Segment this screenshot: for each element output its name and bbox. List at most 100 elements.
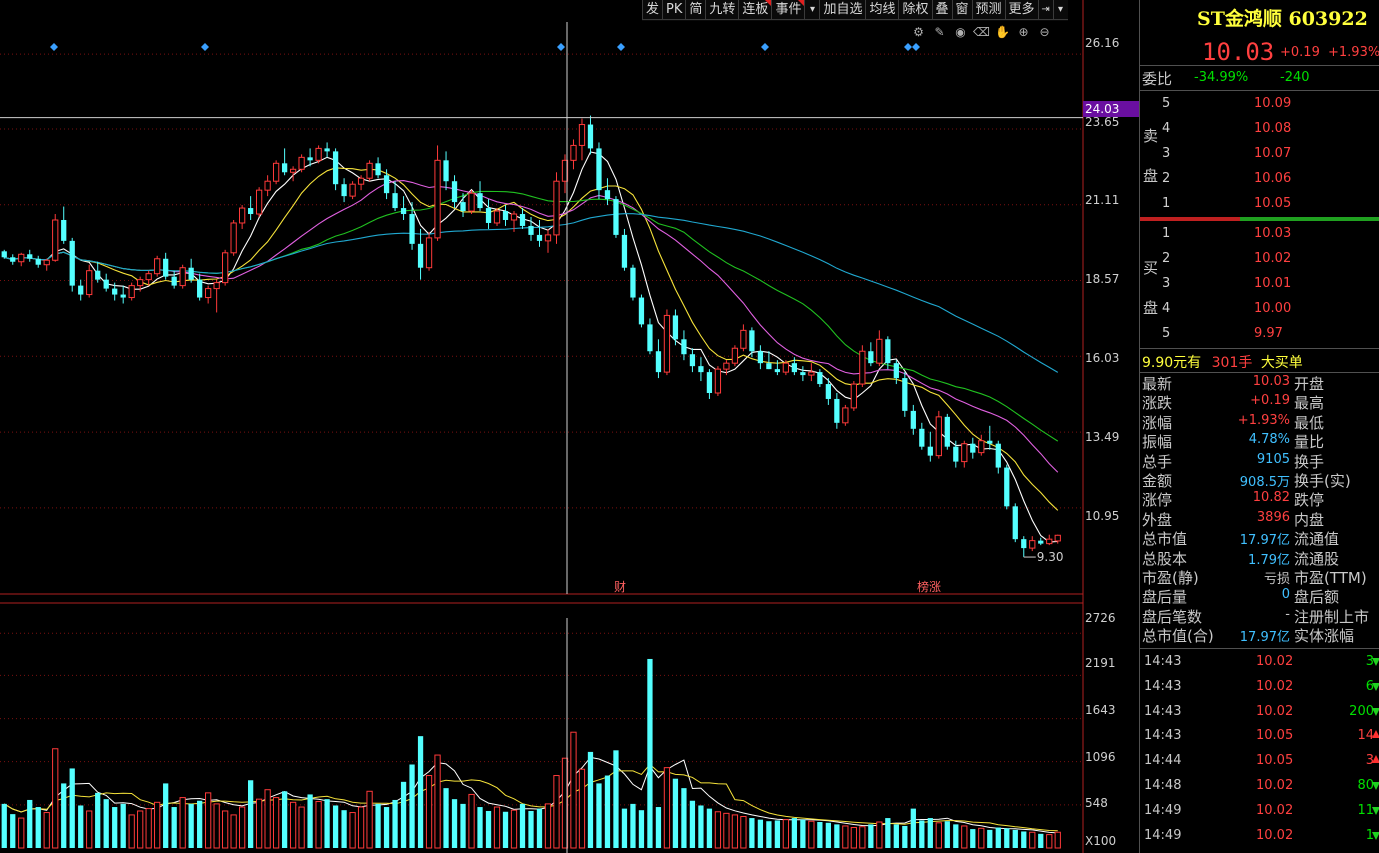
volume-bar xyxy=(647,658,653,848)
toolbar-button-13[interactable]: 更多 xyxy=(1004,0,1038,20)
candle-body xyxy=(647,324,653,352)
stat-label: 总手 xyxy=(1142,452,1173,471)
eye-icon[interactable]: ◉ xyxy=(952,24,969,41)
sell-row[interactable]: 2 10.06 xyxy=(1162,167,1379,191)
candle-body xyxy=(782,362,790,373)
info-marker-icon xyxy=(557,43,565,51)
volume-bar xyxy=(681,788,687,848)
candle-body xyxy=(154,258,161,275)
volume-bar xyxy=(1012,829,1018,848)
toolbar-button-0[interactable]: 发 xyxy=(642,0,663,20)
volume-bar xyxy=(876,821,883,849)
candle-body xyxy=(834,398,840,423)
candle-body xyxy=(621,234,628,268)
stat-right-label: 流通股 xyxy=(1294,549,1340,568)
big-order-price: 9.90 xyxy=(1142,355,1174,371)
settings-icon[interactable]: ⚙ xyxy=(910,24,927,41)
volume-bar xyxy=(902,825,908,848)
last-price: 10.03 xyxy=(1202,38,1275,66)
buy-row[interactable]: 2 10.02 xyxy=(1162,247,1379,271)
stat-label: 总市值 xyxy=(1142,530,1188,549)
big-order-notice[interactable]: 9.90元有 301手 大买单 xyxy=(1142,352,1303,372)
volume-bar xyxy=(451,799,458,848)
weibi-value: -34.99% xyxy=(1194,70,1249,85)
volume-bar xyxy=(112,807,118,848)
buy-row[interactable]: 4 10.00 xyxy=(1162,297,1379,321)
sell-row[interactable]: 4 10.08 xyxy=(1162,117,1379,141)
candle-body xyxy=(264,180,271,191)
volume-bar xyxy=(596,783,602,848)
toolbar-button-9[interactable]: 除权 xyxy=(898,0,932,20)
toolbar-button-12[interactable]: 预测 xyxy=(971,0,1005,20)
event-marker-list: 榜涨 xyxy=(917,579,941,594)
buy-row[interactable]: 5 9.97 xyxy=(1162,322,1379,346)
volume-bar xyxy=(332,805,339,848)
candle-body xyxy=(409,214,415,244)
candle-body xyxy=(247,208,254,215)
candle-body xyxy=(10,257,16,262)
price-change-percent: +1.93% xyxy=(1328,45,1379,60)
stat-row: 涨幅 +1.93% 最低 xyxy=(1140,412,1379,432)
candle-body xyxy=(95,270,101,280)
candle-body xyxy=(120,294,126,298)
candle-body xyxy=(349,183,356,197)
toolbar-button-5[interactable]: 事件 xyxy=(771,0,805,20)
stock-title[interactable]: ST金鸿顺 603922 xyxy=(1197,4,1368,31)
toolbar-button-15[interactable]: ▾ xyxy=(1052,0,1068,20)
candle-body xyxy=(953,446,959,462)
toolbar-button-4[interactable]: 连板 xyxy=(738,0,772,20)
info-marker-icon xyxy=(201,43,209,51)
big-order-text1: 元有 xyxy=(1173,355,1202,371)
volume-bar xyxy=(120,803,126,848)
volume-bar xyxy=(188,803,194,848)
stat-right-label: 流通值 xyxy=(1294,530,1340,549)
eraser-icon[interactable]: ⌫ xyxy=(973,24,990,41)
sell-label-2: 盘 xyxy=(1143,167,1159,185)
toolbar-button-14[interactable]: ⇥ xyxy=(1037,0,1053,20)
tick-price: 10.02 xyxy=(1256,703,1294,719)
buy-row[interactable]: 1 10.03 xyxy=(1162,222,1379,246)
volume-bar xyxy=(630,803,636,848)
price-axis-tick: 26.16 xyxy=(1085,36,1120,50)
kline-chart-area[interactable]: 9.30 财榜涨 发 PK 简九转 连板 事件 ▾ 加自选 均线 除权叠窗预测 更多 ⇥ ▾ ⚙ ✎ ◉… xyxy=(0,0,1139,853)
volume-bar xyxy=(808,820,815,849)
toolbar-button-3[interactable]: 九转 xyxy=(705,0,739,20)
toolbar-button-1[interactable]: PK xyxy=(662,0,686,20)
candle-body xyxy=(995,443,1001,468)
volume-bar xyxy=(1029,831,1036,849)
stat-right-label: 开盘 xyxy=(1294,375,1325,393)
toolbar-button-8[interactable]: 均线 xyxy=(865,0,899,20)
info-marker-icon xyxy=(617,43,625,51)
buy-row[interactable]: 3 10.01 xyxy=(1162,272,1379,296)
toolbar-button-7[interactable]: 加自选 xyxy=(819,0,866,20)
volume-bar xyxy=(95,792,101,848)
kline-chart-svg[interactable]: 9.30 财 榜涨 xyxy=(0,0,1138,853)
candle-body xyxy=(27,254,33,259)
sell-row[interactable]: 5 10.09 xyxy=(1162,92,1379,116)
candle-body xyxy=(825,384,831,399)
toolbar-button-2[interactable]: 简 xyxy=(685,0,706,20)
zoom-out-icon[interactable]: ⊖ xyxy=(1036,24,1053,41)
big-order-text2: 大买单 xyxy=(1260,355,1303,371)
candle-body xyxy=(239,207,246,224)
volume-bar xyxy=(578,768,586,849)
toolbar-button-10[interactable]: 叠 xyxy=(931,0,952,20)
candle-body xyxy=(1,251,7,258)
volume-bar xyxy=(689,800,696,848)
toolbar-button-11[interactable]: 窗 xyxy=(951,0,972,20)
pen-icon[interactable]: ✎ xyxy=(931,24,948,41)
volume-bar xyxy=(935,822,942,849)
sell-row[interactable]: 3 10.07 xyxy=(1162,142,1379,166)
zoom-in-icon[interactable]: ⊕ xyxy=(1015,24,1032,41)
divider xyxy=(1140,348,1379,349)
sell-row[interactable]: 1 10.05 xyxy=(1162,192,1379,216)
toolbar-button-6[interactable]: ▾ xyxy=(804,0,820,20)
candle-body xyxy=(698,366,704,373)
volume-bar xyxy=(621,808,628,848)
candle-body xyxy=(1029,540,1036,549)
candle-body xyxy=(451,181,458,203)
stat-value: +0.19 xyxy=(1250,393,1290,409)
volume-bar xyxy=(18,817,25,849)
volume-bar xyxy=(1,803,7,848)
hand-icon[interactable]: ✋ xyxy=(994,24,1011,41)
